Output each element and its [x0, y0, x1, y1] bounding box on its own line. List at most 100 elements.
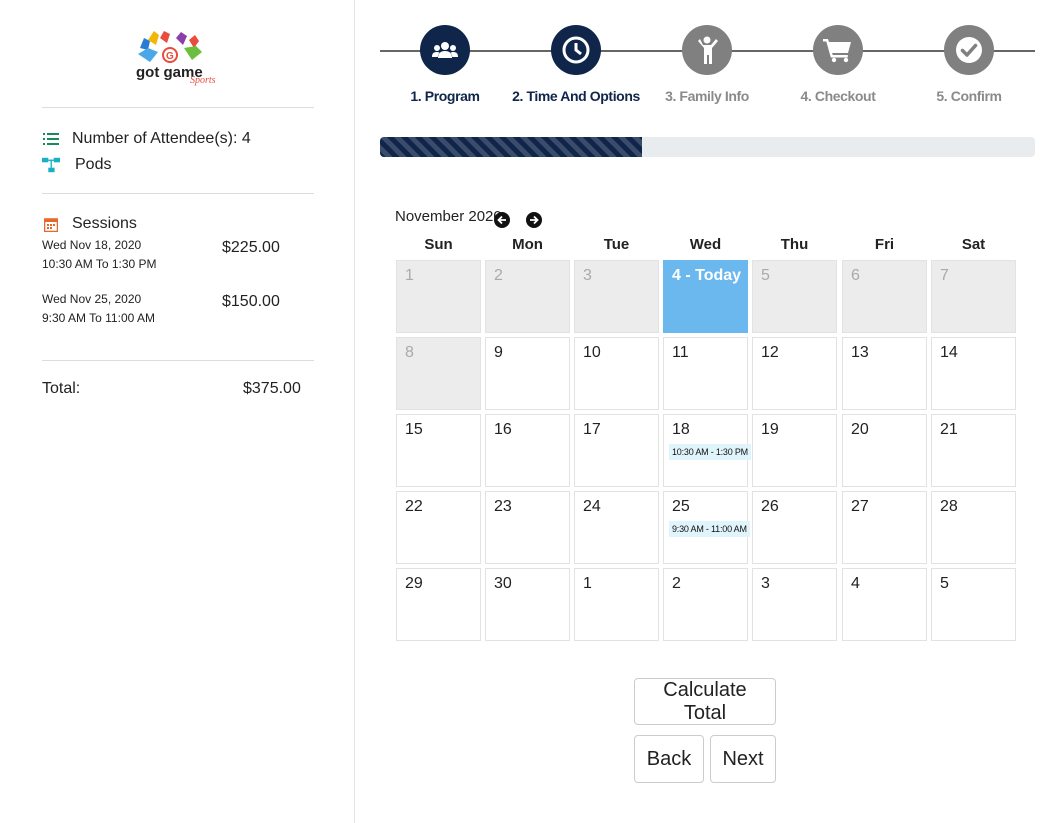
calendar-day[interactable]: 18 10:30 AM - 1:30 PM: [663, 414, 751, 487]
pods-row: Pods: [42, 156, 111, 174]
sessions-label: Sessions: [72, 215, 137, 232]
day-number: 3: [583, 267, 592, 284]
step-label: 4. Checkout: [800, 88, 876, 104]
calendar-day[interactable]: 1: [574, 568, 659, 641]
weekday-label: Thu: [780, 236, 809, 253]
next-button[interactable]: Next: [710, 735, 776, 783]
person-icon: [682, 25, 732, 75]
step-1[interactable]: 1. Program: [375, 25, 515, 104]
calendar-day[interactable]: 15: [396, 414, 481, 487]
day-number: 11: [672, 344, 689, 361]
day-number: 10: [583, 344, 601, 361]
day-number: 1: [583, 575, 592, 592]
day-number: 8: [405, 344, 414, 361]
weekday-label: Mon: [512, 236, 543, 253]
calendar-day[interactable]: 30: [485, 568, 570, 641]
pods-label: Pods: [75, 156, 112, 173]
got-game-logo: G got game Sports: [134, 28, 224, 88]
day-number: 7: [940, 267, 949, 284]
divider: [42, 360, 314, 361]
calendar-day[interactable]: 22: [396, 491, 481, 564]
day-number: 9: [494, 344, 503, 361]
calendar-day[interactable]: 21: [931, 414, 1016, 487]
calendar-day-today[interactable]: 4 - Today: [663, 260, 748, 333]
calendar-day[interactable]: 29: [396, 568, 481, 641]
calendar-day[interactable]: 11: [663, 337, 748, 410]
calendar-day[interactable]: 3: [752, 568, 837, 641]
day-number: 24: [583, 498, 601, 515]
calendar-day[interactable]: 10: [574, 337, 659, 410]
attendees-row: Number of Attendee(s): 4: [42, 130, 251, 148]
prev-month-button[interactable]: [494, 212, 510, 228]
session-event[interactable]: 9:30 AM - 11:00 AM: [669, 521, 750, 537]
session-date: Wed Nov 18, 2020: [42, 238, 142, 252]
calendar-day: 6: [842, 260, 927, 333]
step-2[interactable]: 2. Time And Options: [506, 25, 646, 104]
calendar-day: 2: [485, 260, 570, 333]
calendar-day[interactable]: 9: [485, 337, 570, 410]
calendar-day[interactable]: 27: [842, 491, 927, 564]
calendar-day[interactable]: 28: [931, 491, 1016, 564]
calendar-day[interactable]: 23: [485, 491, 570, 564]
session-event[interactable]: 10:30 AM - 1:30 PM: [669, 444, 751, 460]
step-label: 5. Confirm: [936, 88, 1002, 104]
day-number: 1: [405, 267, 414, 284]
check-icon: [944, 25, 994, 75]
weekday-label: Fri: [874, 236, 895, 253]
calendar-day: 3: [574, 260, 659, 333]
calendar-day[interactable]: 16: [485, 414, 570, 487]
attendees-label: Number of Attendee(s): 4: [72, 130, 251, 147]
step-3[interactable]: 3. Family Info: [637, 25, 777, 104]
list-icon: [42, 130, 60, 148]
session-item: Wed Nov 18, 2020 10:30 AM To 1:30 PM: [42, 236, 157, 274]
step-4[interactable]: 4. Checkout: [768, 25, 908, 104]
day-number: 14: [940, 344, 958, 361]
session-price: $225.00: [222, 239, 280, 256]
day-number: 19: [761, 421, 779, 438]
calendar-day: 5: [752, 260, 837, 333]
day-number: 23: [494, 498, 512, 515]
calendar-day[interactable]: 26: [752, 491, 837, 564]
next-month-button[interactable]: [526, 212, 542, 228]
day-number: 2: [672, 575, 681, 592]
calendar-month-label: November 2020: [395, 208, 502, 225]
calendar-day[interactable]: 25 9:30 AM - 11:00 AM: [663, 491, 750, 564]
day-number: 26: [761, 498, 779, 515]
day-number: 30: [494, 575, 512, 592]
step-5[interactable]: 5. Confirm: [899, 25, 1039, 104]
weekday-label: Tue: [603, 236, 630, 253]
calendar-day[interactable]: 12: [752, 337, 837, 410]
calendar-day[interactable]: 24: [574, 491, 659, 564]
day-number: 5: [940, 575, 949, 592]
day-number: 28: [940, 498, 958, 515]
clock-icon: [551, 25, 601, 75]
back-button[interactable]: Back: [634, 735, 704, 783]
calendar-day[interactable]: 17: [574, 414, 659, 487]
users-icon: [420, 25, 470, 75]
day-number: 4: [851, 575, 860, 592]
day-number: 20: [851, 421, 869, 438]
day-number: 25: [672, 498, 690, 515]
calendar-day[interactable]: 5: [931, 568, 1016, 641]
calendar-day[interactable]: 13: [842, 337, 927, 410]
sitemap-icon: [42, 156, 60, 174]
step-label: 3. Family Info: [665, 88, 749, 104]
session-time: 10:30 AM To 1:30 PM: [42, 257, 157, 271]
calculate-total-button[interactable]: Calculate Total: [634, 678, 776, 725]
day-number: 17: [583, 421, 601, 438]
calendar-day: 7: [931, 260, 1016, 333]
calendar-day[interactable]: 14: [931, 337, 1016, 410]
session-item: Wed Nov 25, 2020 9:30 AM To 11:00 AM: [42, 290, 155, 328]
step-label: 1. Program: [410, 88, 480, 104]
calendar-day[interactable]: 20: [842, 414, 927, 487]
cart-icon: [813, 25, 863, 75]
sidebar: G got game Sports Number of Attendee(s):…: [0, 0, 355, 823]
progress-fill: [380, 137, 642, 157]
calendar-day[interactable]: 19: [752, 414, 837, 487]
day-number: 16: [494, 421, 512, 438]
calendar-icon: [42, 215, 60, 233]
calendar-day[interactable]: 2: [663, 568, 748, 641]
day-number: 6: [851, 267, 860, 284]
step-label: 2. Time And Options: [512, 88, 640, 104]
calendar-day[interactable]: 4: [842, 568, 927, 641]
